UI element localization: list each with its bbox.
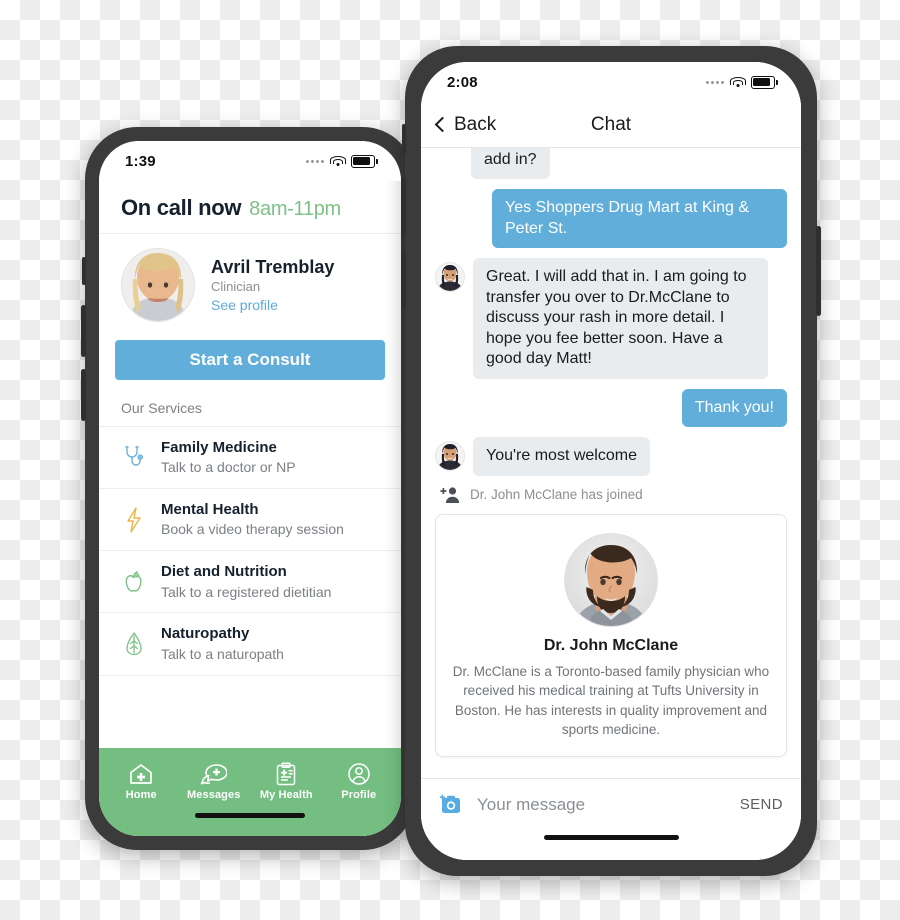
phone-right: 2:08 Back Chat add in? Yes Shoppers Drug… (401, 46, 821, 876)
stethoscope-icon (121, 443, 147, 473)
apple-icon (121, 567, 147, 597)
service-subtitle: Talk to a doctor or NP (161, 459, 296, 476)
status-bar: 2:08 (421, 62, 801, 102)
left-phone-body: On call now 8am-11pm Avril Tremblay Clin… (99, 181, 401, 836)
back-label: Back (454, 113, 497, 135)
tab-label: Messages (187, 788, 241, 801)
clinician-name: Avril Tremblay (211, 257, 335, 277)
volume-up-button[interactable] (401, 178, 406, 236)
on-call-hours: 8am-11pm (249, 198, 341, 220)
status-time: 1:39 (125, 152, 156, 170)
volume-down-button[interactable] (81, 369, 86, 421)
status-icons (306, 154, 378, 168)
doctor-name: Dr. John McClane (543, 636, 679, 654)
start-consult-button[interactable]: Start a Consult (115, 340, 385, 380)
system-event-text: Dr. John McClane has joined (470, 487, 643, 503)
on-call-title: On call now (121, 195, 242, 220)
add-person-icon (440, 487, 460, 503)
message-bubble-me: Thank you! (681, 388, 787, 428)
tab-messages[interactable]: Messages (179, 762, 249, 801)
avatar (435, 262, 465, 293)
chat-row: Thank you! (435, 388, 787, 428)
tab-label: My Health (259, 788, 313, 801)
message-bubble-them: You're most welcome (473, 437, 650, 476)
wifi-icon (329, 155, 346, 167)
tab-profile[interactable]: Profile (324, 762, 394, 801)
left-phone-screen: 1:39 On call now 8am-11pm Avril Tremblay… (99, 141, 401, 836)
volume-down-button[interactable] (401, 250, 406, 308)
profile-icon (348, 762, 370, 785)
bottom-tab-bar: Home Messages My Health Profile (99, 748, 401, 810)
clinician-info: Avril Tremblay Clinician See profile (211, 257, 334, 313)
mute-switch[interactable] (82, 257, 86, 285)
chat-row: Great. I will add that in. I am going to… (435, 258, 787, 379)
home-plus-icon (130, 763, 153, 784)
doctor-bio: Dr. McClane is a Toronto-based family ph… (452, 663, 770, 738)
service-title: Naturopathy (161, 625, 250, 643)
system-event: Dr. John McClane has joined (439, 486, 787, 504)
send-button[interactable]: SEND (740, 796, 783, 813)
avatar (435, 441, 465, 472)
services-heading: Our Services (99, 380, 401, 427)
on-call-header: On call now 8am-11pm (99, 181, 401, 234)
chat-row: Yes Shoppers Drug Mart at King & Peter S… (435, 189, 787, 249)
chat-row: add in? (435, 148, 787, 180)
chevron-left-icon (434, 116, 451, 133)
service-item-diet-nutrition[interactable]: Diet and Nutrition Talk to a registered … (99, 551, 401, 614)
service-title: Mental Health (161, 501, 259, 519)
service-subtitle: Talk to a naturopath (161, 645, 284, 662)
chat-message-list[interactable]: add in? Yes Shoppers Drug Mart at King &… (421, 148, 801, 778)
message-bubble-me: Yes Shoppers Drug Mart at King & Peter S… (492, 189, 787, 249)
battery-icon (751, 75, 778, 89)
chat-navbar: Back Chat (421, 102, 801, 148)
message-bubble-them: Great. I will add that in. I am going to… (473, 258, 768, 379)
message-input[interactable]: Your message (477, 795, 726, 815)
leaf-icon (121, 629, 147, 659)
volume-up-button[interactable] (81, 305, 86, 357)
status-icons (706, 75, 778, 89)
right-phone-body: Back Chat add in? Yes Shoppers Drug Mart… (421, 102, 801, 860)
service-item-family-medicine[interactable]: Family Medicine Talk to a doctor or NP (99, 427, 401, 490)
signal-dots-icon (306, 159, 324, 163)
clinician-role: Clinician (211, 279, 261, 294)
battery-icon (351, 154, 378, 168)
service-title: Diet and Nutrition (161, 563, 287, 581)
clipboard-health-icon (277, 761, 296, 785)
tab-label: Profile (341, 788, 377, 801)
message-composer: Your message SEND (421, 778, 801, 830)
service-title: Family Medicine (161, 439, 277, 456)
home-indicator[interactable] (421, 830, 801, 860)
lightning-bolt-icon (121, 505, 147, 535)
service-subtitle: Talk to a registered dietitian (161, 583, 332, 600)
service-text: Diet and Nutrition Talk to a registered … (161, 562, 331, 601)
wifi-icon (729, 76, 746, 88)
phone-left: 1:39 On call now 8am-11pm Avril Tremblay… (81, 127, 419, 850)
service-text: Naturopathy Talk to a naturopath (161, 624, 284, 663)
chat-row: You're most welcome (435, 437, 787, 476)
clinician-avatar (121, 248, 195, 322)
see-profile-link[interactable]: See profile (211, 297, 334, 313)
clinician-card[interactable]: Avril Tremblay Clinician See profile (99, 234, 401, 334)
message-bubble-them: add in? (471, 148, 550, 180)
service-item-mental-health[interactable]: Mental Health Book a video therapy sessi… (99, 489, 401, 552)
tab-home[interactable]: Home (106, 762, 176, 801)
service-item-naturopathy[interactable]: Naturopathy Talk to a naturopath (99, 613, 401, 676)
service-text: Family Medicine Talk to a doctor or NP (161, 438, 296, 477)
tab-my-health[interactable]: My Health (251, 761, 321, 801)
right-phone-screen: 2:08 Back Chat add in? Yes Shoppers Drug… (421, 62, 801, 860)
doctor-profile-card[interactable]: Dr. John McClane Dr. McClane is a Toront… (435, 513, 787, 757)
tab-label: Home (125, 788, 157, 801)
service-subtitle: Book a video therapy session (161, 521, 344, 538)
doctor-avatar (564, 532, 658, 627)
status-bar: 1:39 (99, 141, 401, 181)
service-text: Mental Health Book a video therapy sessi… (161, 500, 344, 539)
home-indicator[interactable] (99, 810, 401, 836)
status-time: 2:08 (447, 73, 478, 91)
mute-switch[interactable] (402, 124, 406, 154)
messages-icon (200, 763, 228, 784)
signal-dots-icon (706, 80, 724, 84)
camera-add-icon[interactable] (439, 794, 463, 815)
back-button[interactable]: Back (434, 113, 497, 136)
power-button[interactable] (816, 226, 821, 316)
